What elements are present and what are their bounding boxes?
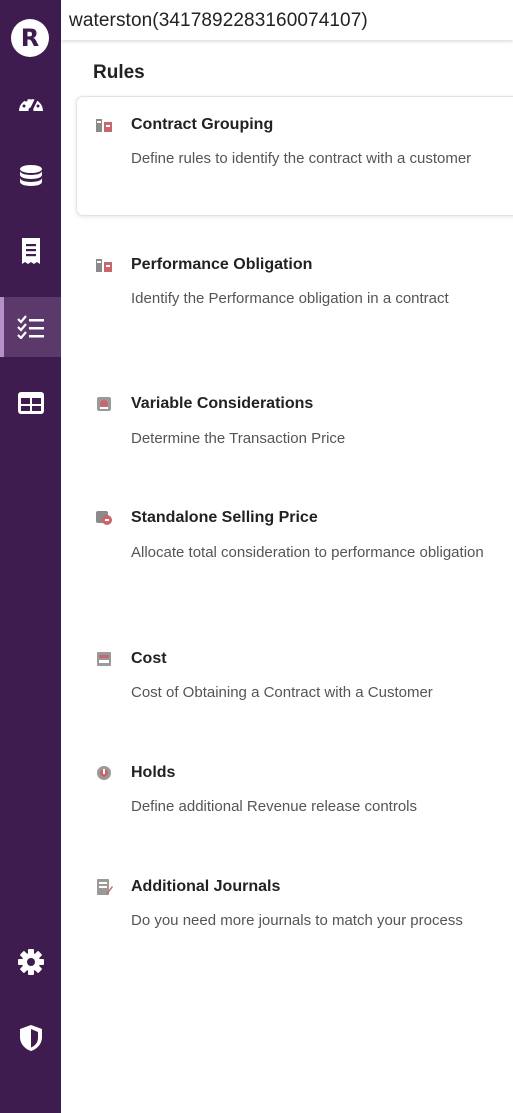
contract-grouping-icon xyxy=(96,119,112,132)
gear-icon xyxy=(17,949,44,975)
sidebar-item-security[interactable] xyxy=(0,1008,61,1068)
shield-icon xyxy=(19,1025,42,1051)
sidebar-item-receipts[interactable] xyxy=(0,221,61,281)
additional-journals-icon xyxy=(97,879,113,895)
performance-obligation-icon xyxy=(96,259,112,272)
rule-title: Performance Obligation xyxy=(131,256,313,273)
rule-title: Cost xyxy=(131,650,167,667)
holds-icon xyxy=(97,766,111,780)
rule-description: Define additional Revenue release contro… xyxy=(131,798,418,815)
rule-description: Define rules to identify the contract wi… xyxy=(131,150,472,167)
rule-title: Variable Considerations xyxy=(131,395,314,412)
rule-title: Holds xyxy=(131,764,176,781)
sidebar-item-reports[interactable] xyxy=(0,373,61,433)
dashboard-icon xyxy=(18,96,43,113)
standalone-selling-price-icon xyxy=(96,511,112,525)
rule-description: Identify the Performance obligation in a… xyxy=(131,290,449,307)
cost-icon xyxy=(97,652,111,666)
sidebar-item-dashboard[interactable] xyxy=(0,73,61,133)
sidebar-item-data[interactable] xyxy=(0,147,61,207)
tenant-bar: waterston(3417892283160074107) xyxy=(61,0,513,40)
app-logo[interactable]: R xyxy=(11,19,49,57)
rule-title: Contract Grouping xyxy=(131,116,274,133)
database-icon xyxy=(19,165,42,186)
rule-description: Allocate total consideration to performa… xyxy=(131,544,484,561)
page-title: Rules xyxy=(93,62,145,83)
rule-title: Standalone Selling Price xyxy=(131,509,318,526)
rule-description: Do you need more journals to match your … xyxy=(131,912,463,929)
sidebar: R xyxy=(0,0,61,1113)
sidebar-item-rules[interactable] xyxy=(0,297,61,357)
sidebar-item-settings[interactable] xyxy=(0,932,61,992)
receipt-icon xyxy=(21,238,40,264)
rules-checklist-icon xyxy=(16,315,44,339)
table-icon xyxy=(17,392,44,414)
rule-description: Determine the Transaction Price xyxy=(131,430,346,447)
tenant-selector[interactable]: waterston(3417892283160074107) xyxy=(69,10,368,32)
variable-considerations-icon xyxy=(97,397,111,411)
rule-description: Cost of Obtaining a Contract with a Cust… xyxy=(131,684,433,701)
rule-title: Additional Journals xyxy=(131,878,281,895)
